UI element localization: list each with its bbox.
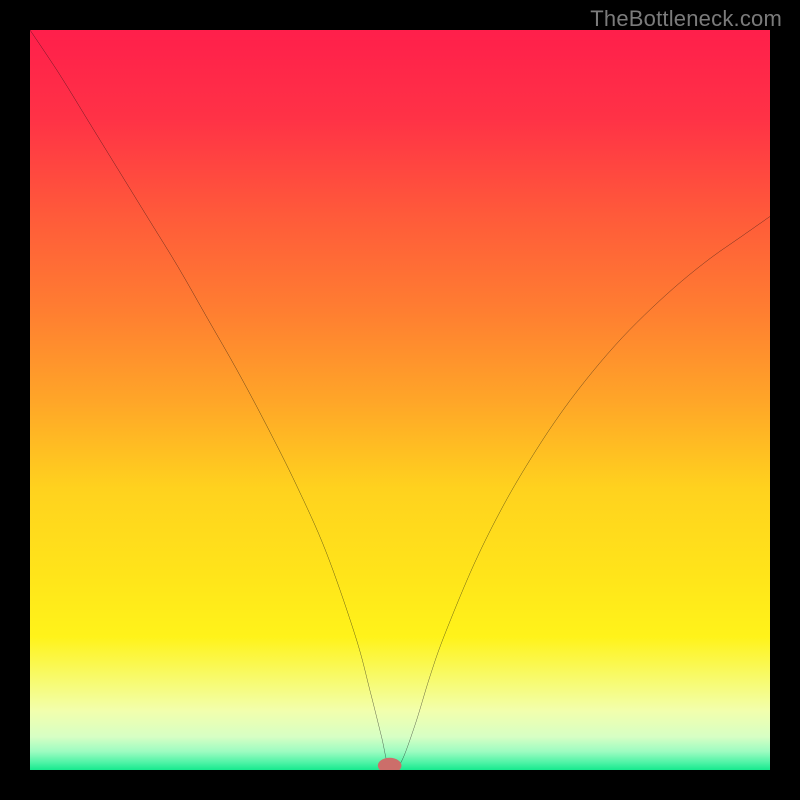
bottleneck-chart xyxy=(30,30,770,770)
chart-frame: TheBottleneck.com xyxy=(0,0,800,800)
plot-background xyxy=(30,30,770,770)
watermark-text: TheBottleneck.com xyxy=(590,6,782,32)
